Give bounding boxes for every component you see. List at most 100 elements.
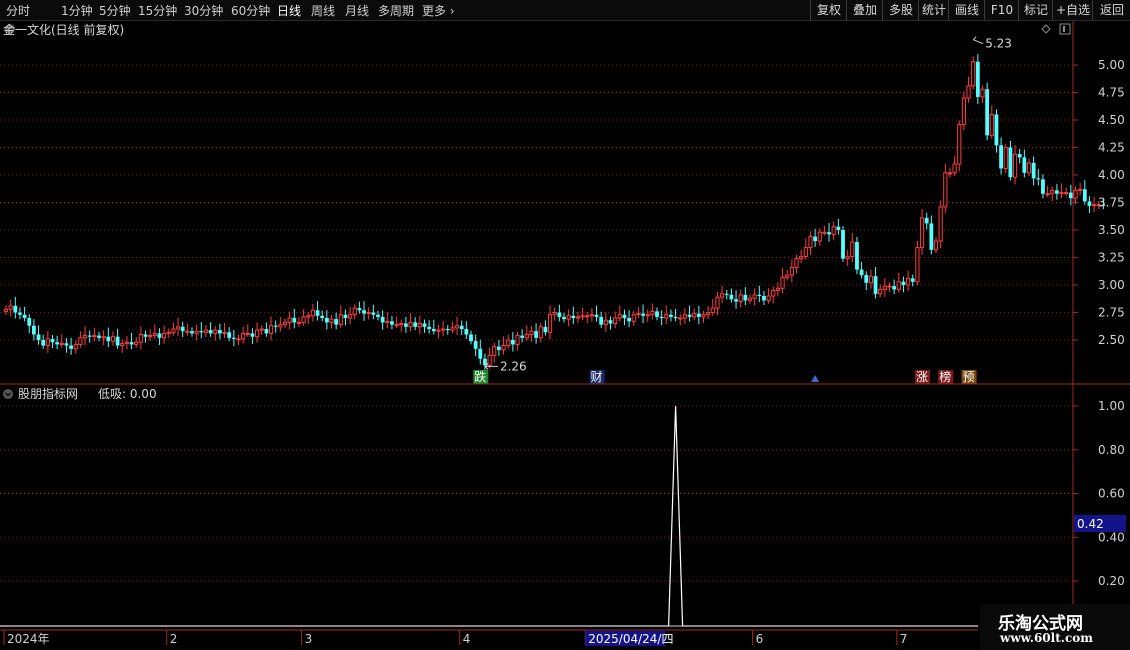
candle-body-down	[599, 316, 604, 325]
cursor-value-tag: 0.42	[1074, 515, 1126, 532]
candle-body-up	[938, 206, 943, 242]
indicator-tick-label: 0.40	[1098, 530, 1125, 544]
chevron-right-icon: ›	[449, 4, 455, 18]
candle-body-up	[552, 312, 557, 316]
candle-body-up	[682, 314, 687, 319]
low-price-label: 2.26	[500, 359, 527, 373]
candle-body-down	[41, 340, 46, 346]
candle-body-up	[255, 329, 260, 338]
candle-body-up	[794, 258, 799, 268]
period-tab-weekly[interactable]: 周线	[311, 2, 335, 19]
candle-body-down	[999, 145, 1003, 169]
overlay-button[interactable]: 叠加	[846, 0, 883, 20]
candle-body-up	[887, 285, 892, 288]
candle-body-up	[101, 336, 106, 339]
candle-body-down	[762, 296, 766, 301]
candle-body-down	[743, 294, 748, 301]
candle-body-up	[310, 309, 315, 317]
high-price-label: 5.23	[985, 37, 1012, 51]
add-watchlist-button[interactable]: +自选	[1052, 0, 1093, 20]
candle-body-up	[124, 341, 130, 344]
candle-body-up	[617, 314, 622, 319]
period-tab-monthly[interactable]: 月线	[345, 2, 369, 19]
candle-body-down	[55, 342, 60, 345]
high-arrow-icon	[972, 36, 984, 45]
candle-body-up	[1064, 192, 1069, 195]
candle-body-down	[1082, 189, 1087, 202]
candle-body-up	[162, 332, 167, 339]
candle-body-up	[417, 323, 422, 328]
candle-body-down	[427, 326, 432, 329]
period-tab-60min[interactable]: 60分钟	[231, 2, 270, 19]
candle-body-up	[961, 97, 966, 125]
candle-body-up	[78, 337, 83, 345]
candle-body-down	[390, 321, 394, 325]
candle-body-down	[729, 294, 734, 300]
candle-body-up	[664, 314, 669, 319]
sub-gridlines	[0, 405, 1073, 582]
panel-settings-bar-icon	[1063, 26, 1065, 32]
candle-body-down	[380, 316, 385, 323]
candle-body-down	[608, 320, 613, 324]
candle-body-down	[622, 314, 627, 318]
sub-panel-header: 股朋指标网 低吸: 0.00	[3, 386, 157, 401]
candle-body-down	[106, 336, 111, 342]
candle-body-down	[813, 236, 817, 241]
period-tab-more[interactable]: 更多 ›	[422, 2, 455, 19]
candle-body-up	[1059, 192, 1064, 195]
candle-body-up	[399, 323, 404, 326]
candle-body-up	[980, 88, 985, 98]
diamond-icon[interactable]	[1041, 24, 1051, 34]
period-tab-daily[interactable]: 日线	[277, 2, 301, 19]
candle-body-up	[338, 314, 343, 326]
period-tab-30min[interactable]: 30分钟	[184, 2, 223, 19]
price-tick-label: 3.50	[1098, 223, 1125, 237]
candle-body-down	[273, 325, 278, 327]
f10-button[interactable]: F10	[984, 0, 1019, 20]
date-label: 2025/04/24/四	[588, 632, 673, 646]
candle-body-up	[329, 318, 334, 323]
sub-dropdown-toggle-icon[interactable]	[3, 389, 13, 399]
candle-body-up	[3, 308, 9, 312]
candle-body-down	[757, 294, 762, 296]
candle-body-up	[268, 325, 274, 334]
period-tab-1min[interactable]: 1分钟	[61, 2, 93, 19]
candle-body-down	[69, 345, 73, 349]
candle-body-down	[376, 314, 380, 317]
back-button[interactable]: 返回	[1092, 0, 1130, 20]
candle-body-up	[487, 354, 492, 366]
candle-body-up	[613, 317, 618, 324]
statistics-button[interactable]: 统计	[918, 0, 949, 20]
candle-body-up	[692, 313, 697, 318]
period-tab-5min[interactable]: 5分钟	[99, 2, 131, 19]
mark-button[interactable]: 标记	[1018, 0, 1053, 20]
up-triangle-icon[interactable]	[811, 375, 820, 382]
candle-body-up	[524, 334, 529, 339]
candle-body-up	[394, 324, 399, 327]
period-tab-multi[interactable]: 多周期	[378, 2, 414, 19]
price-tick-label: 3.25	[1098, 251, 1125, 265]
candle-body-down	[655, 311, 659, 317]
candle-body-down	[208, 330, 213, 334]
candle-body-up	[752, 294, 757, 299]
event-marker-label: 榜	[939, 369, 951, 384]
restore-rights-button[interactable]: 复权	[810, 0, 847, 20]
chart-area[interactable]: 金一文化(日线 前复权) 5.23 2.26 跌 财 涨榜预 2.50 2.75 3.0…	[0, 21, 1130, 650]
period-tab-intraday[interactable]: 分时	[6, 2, 30, 19]
candle-body-up	[134, 341, 139, 345]
candle-body-up	[408, 321, 413, 328]
candle-body-down	[1068, 192, 1073, 199]
candle-body-up	[171, 328, 176, 333]
draw-line-button[interactable]: 画线	[948, 0, 985, 20]
candle-body-down	[422, 323, 427, 327]
date-label: 3	[305, 632, 313, 646]
candle-body-up	[715, 296, 720, 309]
candle-body-up	[580, 315, 585, 318]
candle-body-down	[673, 316, 678, 318]
indicator-tick-label: 1.00	[1098, 399, 1125, 413]
candle-body-up	[515, 335, 520, 345]
period-tab-15min[interactable]: 15分钟	[138, 2, 177, 19]
candle-body-down	[18, 312, 22, 315]
multi-stock-button[interactable]: 多股	[882, 0, 919, 20]
event-marker-label: 财	[591, 370, 603, 384]
